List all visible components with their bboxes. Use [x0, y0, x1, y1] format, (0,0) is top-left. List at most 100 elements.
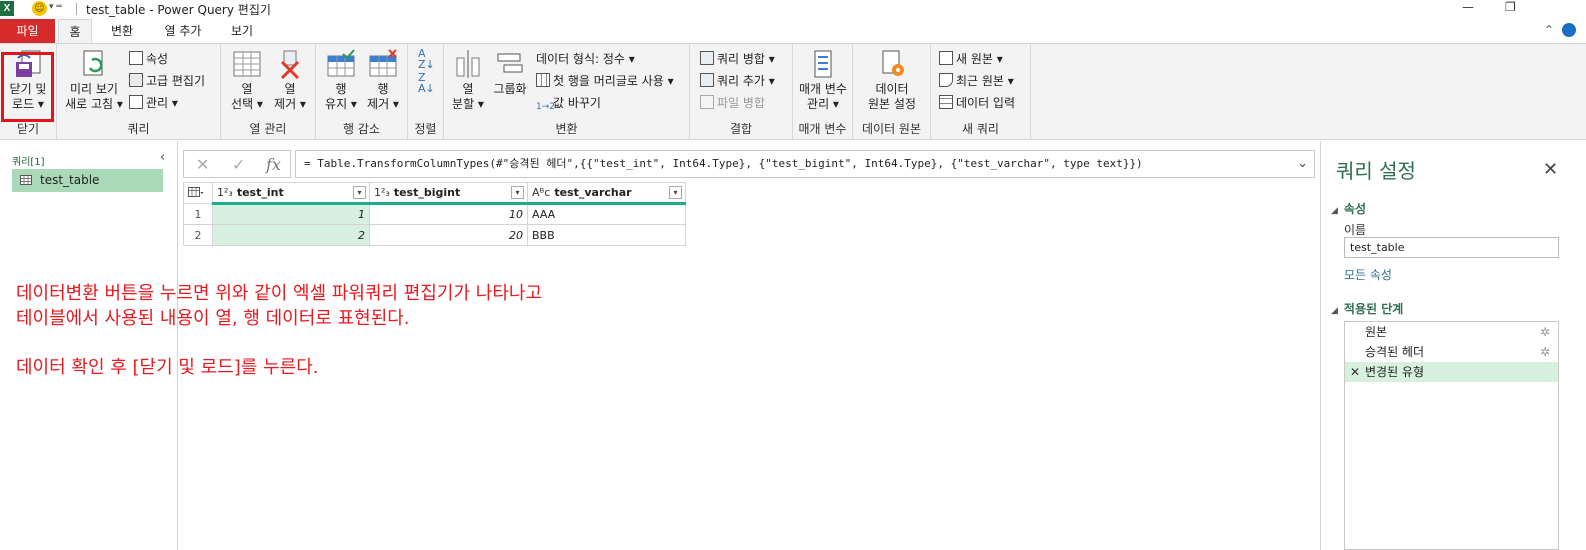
sort-ascending-button[interactable]: A Z↓	[418, 48, 435, 70]
group-transform: 열 분할 ▾ 그룹화 데이터 형식: 정수 ▾ 첫 행을 머리글로 사용 ▾ 1…	[444, 44, 690, 140]
choose-columns-button[interactable]: 열 선택 ▾	[227, 48, 267, 112]
new-source-icon	[939, 51, 953, 65]
restore-button[interactable]: ❐	[1505, 0, 1516, 14]
commit-formula-icon[interactable]: ✓	[232, 155, 245, 174]
combine-files-button[interactable]: 파일 병합	[700, 93, 765, 113]
group-by-button[interactable]: 그룹화	[490, 48, 530, 97]
step-source[interactable]: 원본 ✲	[1345, 322, 1558, 342]
merge-queries-button[interactable]: 쿼리 병합 ▾	[700, 49, 775, 69]
choose-columns-label-1: 열	[241, 82, 253, 96]
applied-steps-section-header[interactable]: ◢ 적용된 단계	[1331, 300, 1403, 317]
tab-file[interactable]: 파일	[0, 19, 55, 43]
keep-rows-icon	[327, 49, 355, 77]
properties-button[interactable]: 속성	[129, 49, 168, 69]
column-filter-button[interactable]: ▾	[669, 186, 682, 199]
remove-columns-button[interactable]: 열 제거 ▾	[269, 48, 311, 112]
quick-access-dropdown-icon[interactable]: ▾ ═	[49, 2, 62, 12]
text-type-icon[interactable]: Aᴮc	[532, 186, 550, 199]
step-changed-type[interactable]: ✕ 변경된 유형	[1345, 362, 1558, 382]
advanced-editor-button[interactable]: 고급 편집기	[129, 71, 205, 91]
group-label-query: 쿼리	[127, 122, 150, 136]
gear-icon[interactable]: ✲	[1540, 322, 1550, 342]
sort-descending-button[interactable]: Z A↓	[418, 72, 435, 94]
data-type-dropdown[interactable]: 데이터 형식: 정수 ▾	[536, 49, 635, 69]
use-first-row-as-headers-button[interactable]: 첫 행을 머리글로 사용 ▾	[536, 71, 674, 91]
group-label-new-query: 새 쿼리	[962, 122, 999, 136]
properties-section-header[interactable]: ◢ 속성	[1331, 200, 1366, 217]
new-source-button[interactable]: 새 원본 ▾	[939, 49, 1003, 69]
step-promoted-headers[interactable]: 승격된 헤더 ✲	[1345, 342, 1558, 362]
query-item-test-table[interactable]: test_table	[12, 169, 163, 192]
close-settings-button[interactable]: ✕	[1543, 159, 1558, 180]
group-by-label: 그룹화	[493, 82, 527, 96]
applied-steps-label: 적용된 단계	[1343, 302, 1404, 316]
cell[interactable]: 10	[369, 203, 528, 225]
formula-input[interactable]: = Table.TransformColumnTypes(#"승격된 헤더",{…	[295, 150, 1315, 178]
annotation-line-2: 테이블에서 사용된 내용이 열, 행 데이터로 표현된다.	[16, 308, 410, 329]
column-filter-button[interactable]: ▾	[353, 186, 366, 199]
annotation-line-1: 데이터변환 버튼을 누르면 위와 같이 엑셀 파워쿼리 편집기가 나타나고	[16, 283, 543, 304]
replace-values-button[interactable]: 1→2값 바꾸기	[536, 93, 601, 113]
cell[interactable]: 2	[212, 224, 370, 246]
all-properties-link[interactable]: 모든 속성	[1344, 266, 1392, 283]
column-name: test_int	[236, 186, 284, 199]
gear-icon[interactable]: ✲	[1540, 342, 1550, 362]
refresh-preview-button[interactable]: 미리 보기 새로 고침 ▾	[61, 48, 127, 112]
append-queries-button[interactable]: 쿼리 추가 ▾	[700, 71, 775, 91]
cell[interactable]: BBB	[527, 224, 686, 246]
group-label-manage-columns: 열 관리	[249, 122, 287, 136]
group-label-sort: 정렬	[414, 122, 437, 136]
formula-buttons: ✕ ✓ fx	[183, 150, 291, 178]
column-header-test-int[interactable]: 1²₃ test_int ▾	[212, 182, 370, 205]
cell[interactable]: AAA	[527, 203, 686, 225]
split-column-button[interactable]: 열 분할 ▾	[448, 48, 488, 112]
expand-formula-icon[interactable]: ⌄	[1297, 151, 1308, 177]
manage-parameters-button[interactable]: 매개 변수 관리 ▾	[795, 48, 851, 112]
integer-type-icon[interactable]: 1²₃	[217, 186, 233, 199]
fx-icon[interactable]: fx	[266, 155, 281, 174]
data-source-label-2: 원본 설정	[868, 97, 916, 111]
help-icon[interactable]	[1562, 23, 1576, 37]
column-header-test-varchar[interactable]: Aᴮc test_varchar ▾	[527, 182, 686, 205]
tab-transform[interactable]: 변환	[102, 19, 142, 43]
data-source-settings-button[interactable]: 데이터 원본 설정	[859, 48, 925, 112]
excel-icon: X	[0, 1, 14, 16]
minimize-button[interactable]: —	[1462, 0, 1474, 14]
remove-rows-button[interactable]: 행 제거 ▾	[362, 48, 404, 112]
keep-rows-button[interactable]: 행 유지 ▾	[320, 48, 362, 112]
group-manage-columns: 열 선택 ▾ 열 제거 ▾ 열 관리	[221, 44, 316, 140]
delete-step-icon[interactable]: ✕	[1350, 362, 1360, 382]
properties-label: 속성	[146, 52, 169, 66]
row-number: 1	[183, 203, 213, 225]
enter-data-label: 데이터 입력	[956, 96, 1016, 110]
highlight-box	[1, 52, 54, 122]
annotation-line-3: 데이터 확인 후 [닫기 및 로드]를 누른다.	[16, 357, 319, 378]
cell[interactable]: 1	[212, 203, 370, 225]
collapse-pane-icon[interactable]: ‹	[160, 150, 165, 165]
tab-add-column[interactable]: 열 추가	[155, 19, 211, 43]
recent-sources-button[interactable]: 최근 원본 ▾	[939, 71, 1014, 91]
tab-view[interactable]: 보기	[222, 19, 262, 43]
column-filter-button[interactable]: ▾	[511, 186, 524, 199]
column-header-test-bigint[interactable]: 1²₃ test_bigint ▾	[369, 182, 528, 205]
combine-files-label: 파일 병합	[717, 96, 765, 110]
table-menu-button[interactable]	[183, 182, 213, 204]
smiley-icon[interactable]: ☺	[32, 1, 47, 16]
manage-label: 관리 ▾	[146, 96, 178, 110]
new-source-label: 새 원본 ▾	[956, 52, 1003, 66]
name-label: 이름	[1344, 223, 1367, 237]
cell[interactable]: 20	[369, 224, 528, 246]
query-name-input[interactable]: test_table	[1344, 237, 1559, 258]
enter-data-button[interactable]: 데이터 입력	[939, 93, 1015, 113]
cancel-formula-icon[interactable]: ✕	[196, 155, 209, 174]
step-label: 변경된 유형	[1365, 365, 1425, 379]
query-settings-title: 쿼리 설정	[1336, 159, 1416, 183]
group-label-combine: 결합	[729, 122, 753, 136]
integer-type-icon[interactable]: 1²₃	[374, 186, 390, 199]
manage-button[interactable]: 관리 ▾	[129, 93, 178, 113]
data-grid: 1²₃ test_int ▾ 1²₃ test_bigint ▾ Aᴮc test_v…	[183, 182, 686, 246]
tab-home[interactable]: 홈	[58, 19, 92, 43]
collapse-triangle-icon: ◢	[1331, 306, 1338, 316]
query-settings-pane: 쿼리 설정 ✕ ◢ 속성 이름 test_table 모든 속성 ◢ 적용된 단계 …	[1320, 141, 1586, 550]
collapse-ribbon-icon[interactable]: ⌃	[1544, 23, 1554, 37]
